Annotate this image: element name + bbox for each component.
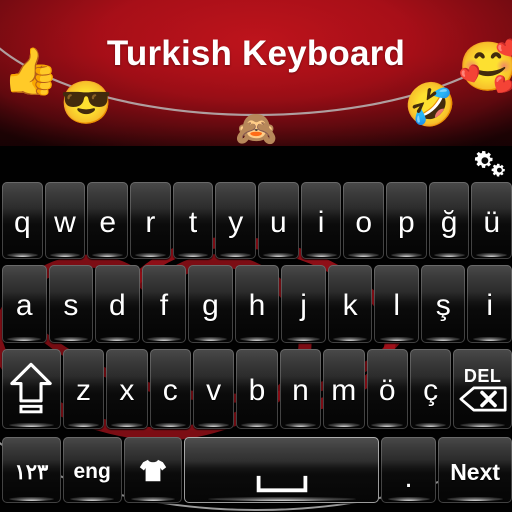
key-k[interactable]: k xyxy=(327,265,373,343)
key-w[interactable]: w xyxy=(44,182,86,259)
key-q[interactable]: q xyxy=(2,182,43,259)
key-odiaeresis[interactable]: ö xyxy=(366,349,408,429)
keyboard-row-2: a s d f g h j k l ş i xyxy=(0,262,512,346)
key-f[interactable]: f xyxy=(141,265,187,343)
app-banner: Turkish Keyboard 👍 😎 🙈 🤣 🥰 xyxy=(0,0,512,146)
emoji-rofl: 🤣 xyxy=(404,81,457,128)
space-icon xyxy=(256,475,307,493)
emoji-thumbs-up-smiley: 👍 xyxy=(2,45,60,97)
key-x[interactable]: x xyxy=(106,349,148,429)
key-ccedilla[interactable]: ç xyxy=(409,349,452,429)
emoji-see-no-evil-monkey: 🙈 xyxy=(235,110,278,146)
shift-arrow-icon xyxy=(10,362,53,414)
page-title: Turkish Keyboard xyxy=(106,34,406,73)
key-v[interactable]: v xyxy=(192,349,235,429)
key-theme[interactable] xyxy=(123,437,183,503)
key-period[interactable]: . xyxy=(380,437,437,503)
key-l[interactable]: l xyxy=(374,265,419,343)
keyboard-app-screen: Turkish Keyboard 👍 😎 🙈 🤣 🥰 q w e r t y u… xyxy=(0,0,512,512)
key-udiaeresis[interactable]: ü xyxy=(471,182,512,259)
key-delete[interactable]: DEL xyxy=(453,349,512,429)
keyboard-row-3: z x c v b n m ö ç DEL xyxy=(0,346,512,432)
tshirt-icon xyxy=(139,459,167,481)
keyboard-row-4: ١٢٣ eng . Next xyxy=(0,434,512,506)
key-r[interactable]: r xyxy=(130,182,171,259)
key-numbers[interactable]: ١٢٣ xyxy=(2,437,61,503)
key-next[interactable]: Next xyxy=(438,437,512,503)
key-b[interactable]: b xyxy=(236,349,278,429)
key-n[interactable]: n xyxy=(279,349,322,429)
key-gbreve[interactable]: ğ xyxy=(428,182,470,259)
key-u[interactable]: u xyxy=(258,182,299,259)
emoji-smiling-face-with-hearts: 🥰 xyxy=(458,41,512,94)
key-o[interactable]: o xyxy=(343,182,385,259)
key-e[interactable]: e xyxy=(87,182,129,259)
key-m[interactable]: m xyxy=(323,349,365,429)
key-language[interactable]: eng xyxy=(62,437,122,503)
key-a[interactable]: a xyxy=(2,265,47,343)
emoji-sunglasses-smiley: 😎 xyxy=(60,79,113,126)
keyboard-panel: q w e r t y u i o p ğ ü a s d f g h j k … xyxy=(0,146,512,512)
key-i[interactable]: i xyxy=(300,182,342,259)
key-scedilla[interactable]: ş xyxy=(420,265,466,343)
key-t[interactable]: t xyxy=(172,182,214,259)
key-d[interactable]: d xyxy=(95,265,140,343)
backspace-icon xyxy=(459,386,507,411)
key-z[interactable]: z xyxy=(62,349,105,429)
delete-label: DEL xyxy=(463,365,502,386)
key-s[interactable]: s xyxy=(48,265,94,343)
key-p[interactable]: p xyxy=(386,182,427,259)
key-shift[interactable] xyxy=(2,349,61,429)
key-i-dotted[interactable]: i xyxy=(467,265,512,343)
settings-button[interactable] xyxy=(464,149,506,177)
key-h[interactable]: h xyxy=(234,265,280,343)
key-g[interactable]: g xyxy=(188,265,233,343)
gear-icon xyxy=(474,150,505,177)
keyboard-row-1: q w e r t y u i o p ğ ü xyxy=(0,179,512,262)
key-j[interactable]: j xyxy=(281,265,326,343)
key-space[interactable] xyxy=(184,437,379,503)
key-y[interactable]: y xyxy=(215,182,257,259)
key-c[interactable]: c xyxy=(149,349,191,429)
